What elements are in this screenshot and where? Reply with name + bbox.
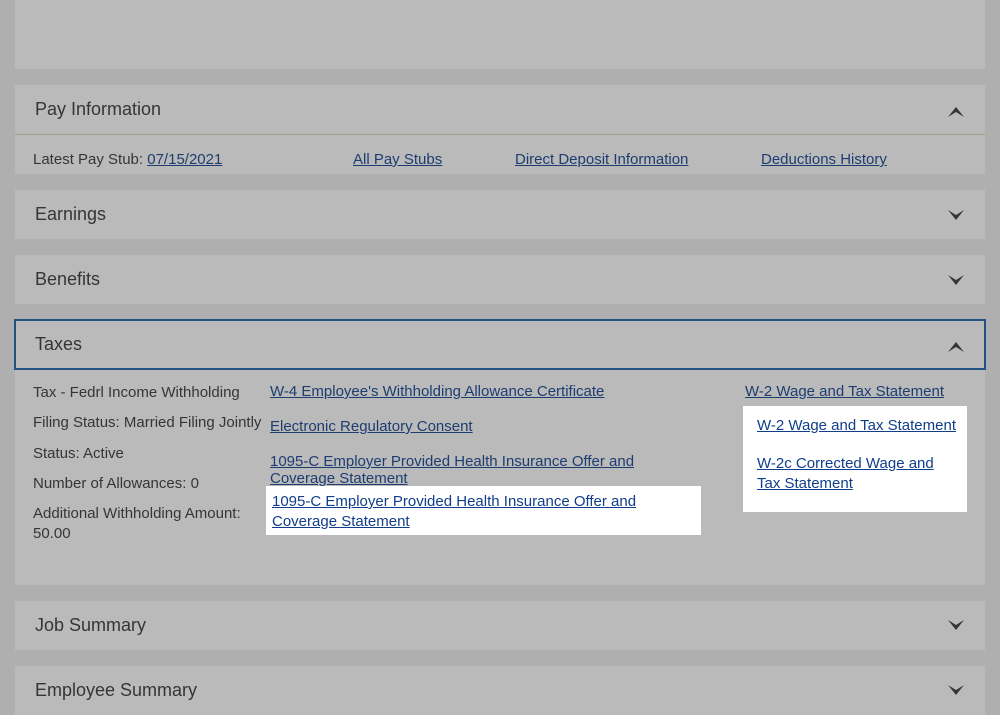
chevron-down-icon <box>947 208 967 222</box>
tax-line-filing-status: Filing Status: Married Filing Jointly <box>33 413 270 433</box>
tax-line-withholding: Tax - Fedrl Income Withholding <box>33 383 270 403</box>
taxes-details-column: Tax - Fedrl Income Withholding Filing St… <box>33 383 270 555</box>
w2-link[interactable]: W-2 Wage and Tax Statement <box>745 383 944 400</box>
tax-line-additional: Additional Withholding Amount: 50.00 <box>33 504 270 545</box>
pay-information-header[interactable]: Pay Information <box>15 85 985 134</box>
chevron-up-icon <box>947 103 967 117</box>
taxes-body: Tax - Fedrl Income Withholding Filing St… <box>15 369 985 585</box>
chevron-up-icon <box>947 338 967 352</box>
tax-line-allowances: Number of Allowances: 0 <box>33 474 270 494</box>
earnings-header[interactable]: Earnings <box>15 190 985 239</box>
taxes-w2-column: W-2 Wage and Tax Statement W-2c Correcte… <box>745 383 967 555</box>
benefits-panel: Benefits <box>14 254 986 305</box>
taxes-header[interactable]: Taxes <box>15 320 985 369</box>
w4-link[interactable]: W-4 Employee's Withholding Allowance Cer… <box>270 383 604 400</box>
taxes-panel: Taxes Tax - Fedrl Income Withholding Fil… <box>14 319 986 586</box>
1095c-link[interactable]: 1095-C Employer Provided Health Insuranc… <box>270 453 634 487</box>
chevron-down-icon <box>947 618 967 632</box>
employee-summary-header[interactable]: Employee Summary <box>15 666 985 715</box>
all-pay-stubs-link[interactable]: All Pay Stubs <box>353 151 442 168</box>
electronic-regulatory-consent-link[interactable]: Electronic Regulatory Consent <box>270 418 473 435</box>
pay-information-panel: Pay Information Latest Pay Stub: 07/15/2… <box>14 84 986 175</box>
employee-summary-panel: Employee Summary <box>14 665 986 715</box>
job-summary-title: Job Summary <box>35 615 146 636</box>
taxes-forms-column: W-4 Employee's Withholding Allowance Cer… <box>270 383 745 555</box>
benefits-title: Benefits <box>35 269 100 290</box>
latest-pay-stub-date-link[interactable]: 07/15/2021 <box>147 151 222 168</box>
benefits-header[interactable]: Benefits <box>15 255 985 304</box>
deductions-history-link[interactable]: Deductions History <box>761 151 887 168</box>
pay-information-title: Pay Information <box>35 99 161 120</box>
w2c-link[interactable]: W-2c Corrected Wage and Tax Statement <box>745 418 949 452</box>
earnings-panel: Earnings <box>14 189 986 240</box>
job-summary-panel: Job Summary <box>14 600 986 651</box>
blank-panel-above <box>14 0 986 70</box>
taxes-title: Taxes <box>35 334 82 355</box>
chevron-down-icon <box>947 683 967 697</box>
chevron-down-icon <box>947 273 967 287</box>
tax-line-status: Status: Active <box>33 444 270 464</box>
employee-summary-title: Employee Summary <box>35 680 197 701</box>
pay-information-body: Latest Pay Stub: 07/15/2021 All Pay Stub… <box>15 135 985 174</box>
latest-pay-stub-label: Latest Pay Stub: <box>33 151 147 168</box>
job-summary-header[interactable]: Job Summary <box>15 601 985 650</box>
direct-deposit-link[interactable]: Direct Deposit Information <box>515 151 688 168</box>
earnings-title: Earnings <box>35 204 106 225</box>
